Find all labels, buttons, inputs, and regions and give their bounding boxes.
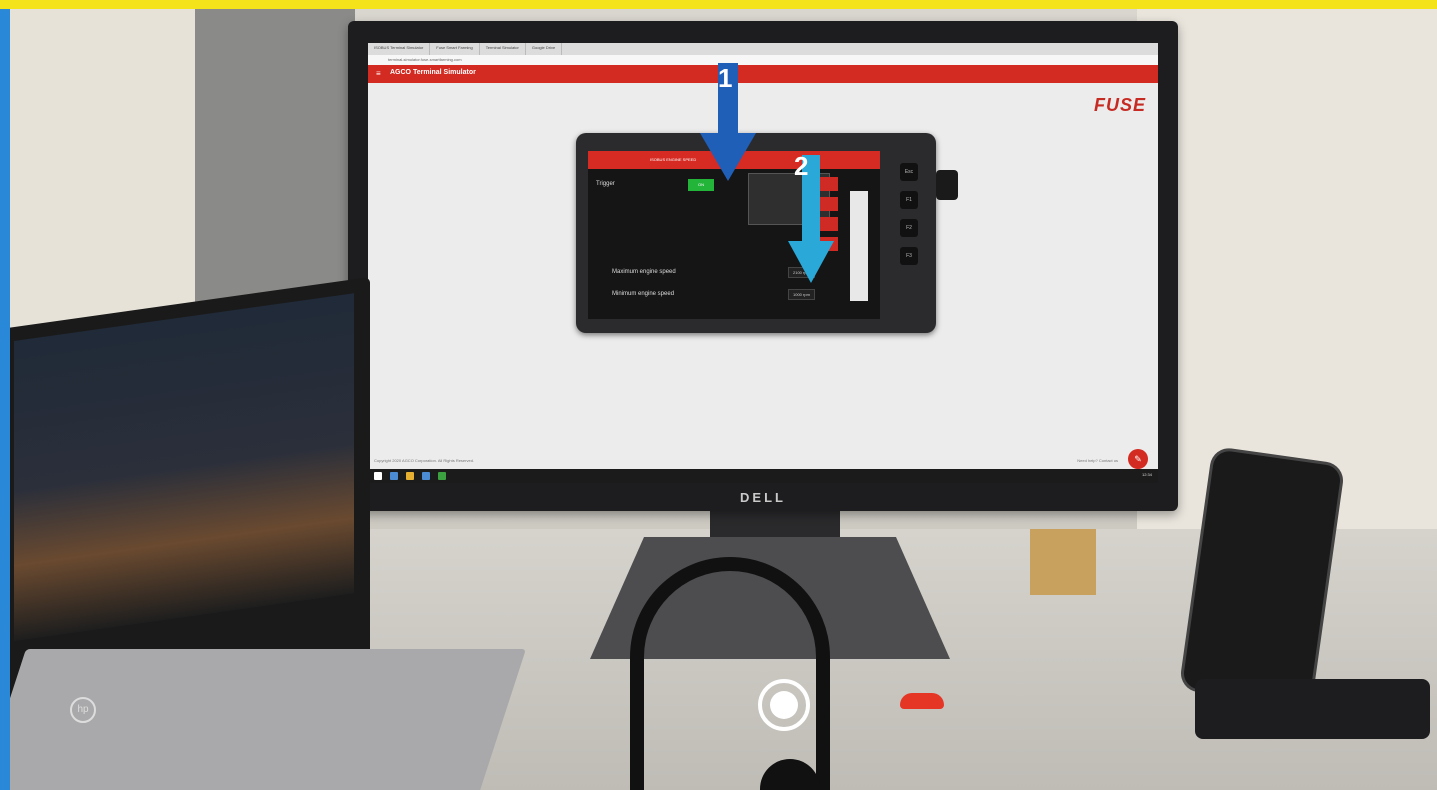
laptop-desktop xyxy=(14,293,354,642)
browser-tab[interactable]: ISOBUS Terminal Simulator xyxy=(368,43,431,55)
arrow-2-label: 2 xyxy=(794,151,809,181)
terminal-knob[interactable] xyxy=(936,170,958,200)
terminal-side-button[interactable]: Esc xyxy=(900,163,918,181)
windows-taskbar: 12:34 xyxy=(368,469,1158,483)
max-engine-speed-label: Maximum engine speed xyxy=(612,269,676,275)
wooden-cube xyxy=(1030,529,1096,595)
arrow-1-label: 1 xyxy=(718,63,733,93)
menu-icon[interactable]: ≡ xyxy=(376,69,381,78)
search-icon[interactable] xyxy=(390,472,398,480)
monitor: ISOBUS Terminal Simulator Fuse Smart Far… xyxy=(348,21,1178,511)
yellow-frame-top xyxy=(0,0,1437,9)
terminal-header-label: ISOBUS ENGINE SPEED xyxy=(650,157,697,162)
shutter-inner xyxy=(770,691,798,719)
camera-shutter-icon[interactable] xyxy=(758,679,810,731)
wrench-icon[interactable]: ✎ xyxy=(1128,449,1148,469)
address-bar[interactable]: terminal-simulator.fuse-smartfarming.com xyxy=(368,55,1158,65)
browser-icon[interactable] xyxy=(422,472,430,480)
wireless-charger xyxy=(1195,679,1430,739)
folder-icon[interactable] xyxy=(406,472,414,480)
app-title: AGCO Terminal Simulator xyxy=(390,69,476,76)
headset xyxy=(630,557,830,790)
browser-tab[interactable]: Terminal Simulator xyxy=(480,43,526,55)
browser-tab[interactable]: Fuse Smart Farming xyxy=(430,43,480,55)
monitor-brand-logo: DELL xyxy=(740,490,786,505)
browser-tab[interactable]: Google Drive xyxy=(526,43,563,55)
copyright-text: Copyright 2020 AGCO Corporation. All Rig… xyxy=(374,458,475,463)
min-engine-speed-value[interactable]: 1000 rpm xyxy=(788,289,815,300)
phone-hangup-icon[interactable] xyxy=(900,693,944,709)
taskbar-clock: 12:34 xyxy=(1141,472,1152,477)
monitor-screen: ISOBUS Terminal Simulator Fuse Smart Far… xyxy=(368,43,1158,483)
min-engine-speed-label: Minimum engine speed xyxy=(612,291,675,297)
help-text[interactable]: Need help? Contact us xyxy=(1077,458,1118,463)
terminal-side-button[interactable]: F1 xyxy=(900,191,918,209)
trigger-label: Trigger xyxy=(596,181,615,187)
hp-logo: hp xyxy=(70,697,96,723)
app-icon[interactable] xyxy=(438,472,446,480)
app-bar: ≡ AGCO Terminal Simulator xyxy=(368,65,1158,83)
blue-frame-left xyxy=(0,9,10,790)
terminal-side-button[interactable]: F3 xyxy=(900,247,918,265)
terminal-scroll-panel[interactable] xyxy=(850,191,868,301)
fuse-logo: FUSE xyxy=(1093,95,1146,115)
camera-scene: ISOBUS Terminal Simulator Fuse Smart Far… xyxy=(10,9,1437,790)
terminal-side-button[interactable]: F2 xyxy=(900,219,918,237)
browser-tabs: ISOBUS Terminal Simulator Fuse Smart Far… xyxy=(368,43,1158,55)
windows-start-icon[interactable] xyxy=(374,472,382,480)
